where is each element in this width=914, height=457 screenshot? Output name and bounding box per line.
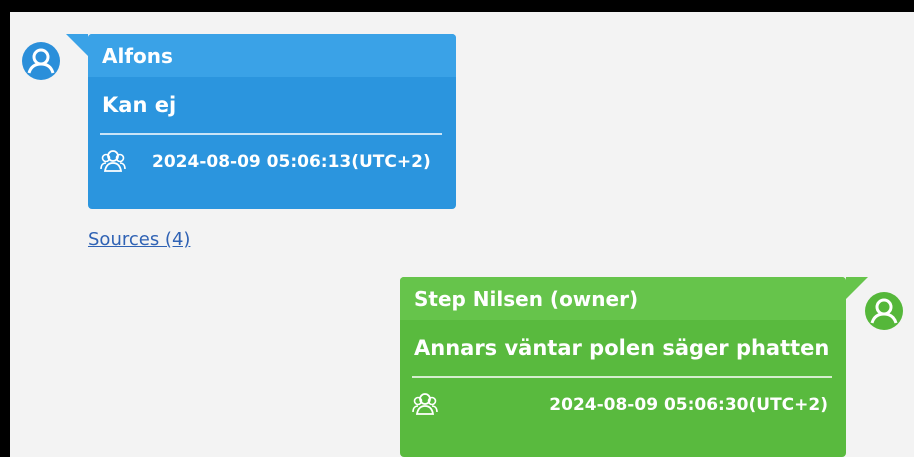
message-timestamp: 2024-08-09 05:06:13(UTC+2): [152, 152, 431, 172]
chat-area: Alfons Kan ej 2024-08-09 05:06:13(UTC+2): [10, 12, 914, 457]
message-timestamp: 2024-08-09 05:06:30(UTC+2): [549, 395, 828, 415]
owner-avatar-icon: [865, 292, 903, 330]
group-icon: [412, 390, 438, 421]
message-footer: 2024-08-09 05:06:13(UTC+2): [88, 135, 456, 189]
message-sender: Step Nilsen (owner): [400, 277, 846, 320]
message-sender: Alfons: [88, 34, 456, 77]
message-bubble-outgoing: Step Nilsen (owner) Annars väntar polen …: [400, 277, 868, 457]
sender-avatar-icon: [22, 42, 60, 80]
message-text: Annars väntar polen säger phatten: [414, 336, 830, 360]
message-bubble-incoming: Alfons Kan ej 2024-08-09 05:06:13(UTC+2): [66, 34, 456, 209]
message-footer: 2024-08-09 05:06:30(UTC+2): [400, 378, 846, 432]
message-text: Kan ej: [102, 93, 177, 117]
window-frame: Alfons Kan ej 2024-08-09 05:06:13(UTC+2): [0, 0, 914, 457]
group-icon: [100, 147, 126, 178]
sources-link[interactable]: Sources (4): [88, 229, 190, 250]
bubble-tail: [66, 34, 88, 56]
